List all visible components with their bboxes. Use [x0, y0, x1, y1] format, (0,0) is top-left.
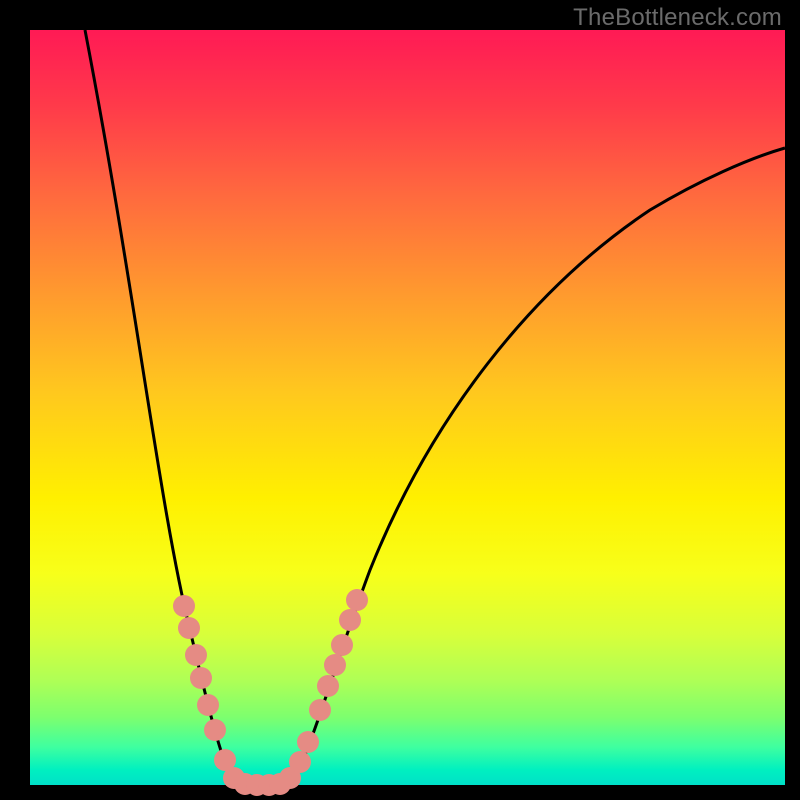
data-point [185, 644, 207, 666]
data-point [190, 667, 212, 689]
data-point [309, 699, 331, 721]
data-point [204, 719, 226, 741]
bottleneck-curve-path [85, 30, 785, 785]
plot-area [30, 30, 785, 785]
data-point [346, 589, 368, 611]
data-point [317, 675, 339, 697]
data-point [178, 617, 200, 639]
bottleneck-curve-svg [30, 30, 785, 785]
data-point [339, 609, 361, 631]
data-point [173, 595, 195, 617]
data-point-markers [173, 589, 368, 796]
data-point [269, 773, 291, 795]
watermark-text: TheBottleneck.com [573, 4, 782, 32]
data-point [289, 751, 311, 773]
data-point [324, 654, 346, 676]
data-point [197, 694, 219, 716]
chart-frame: TheBottleneck.com [0, 0, 800, 800]
data-point [297, 731, 319, 753]
data-point [331, 634, 353, 656]
